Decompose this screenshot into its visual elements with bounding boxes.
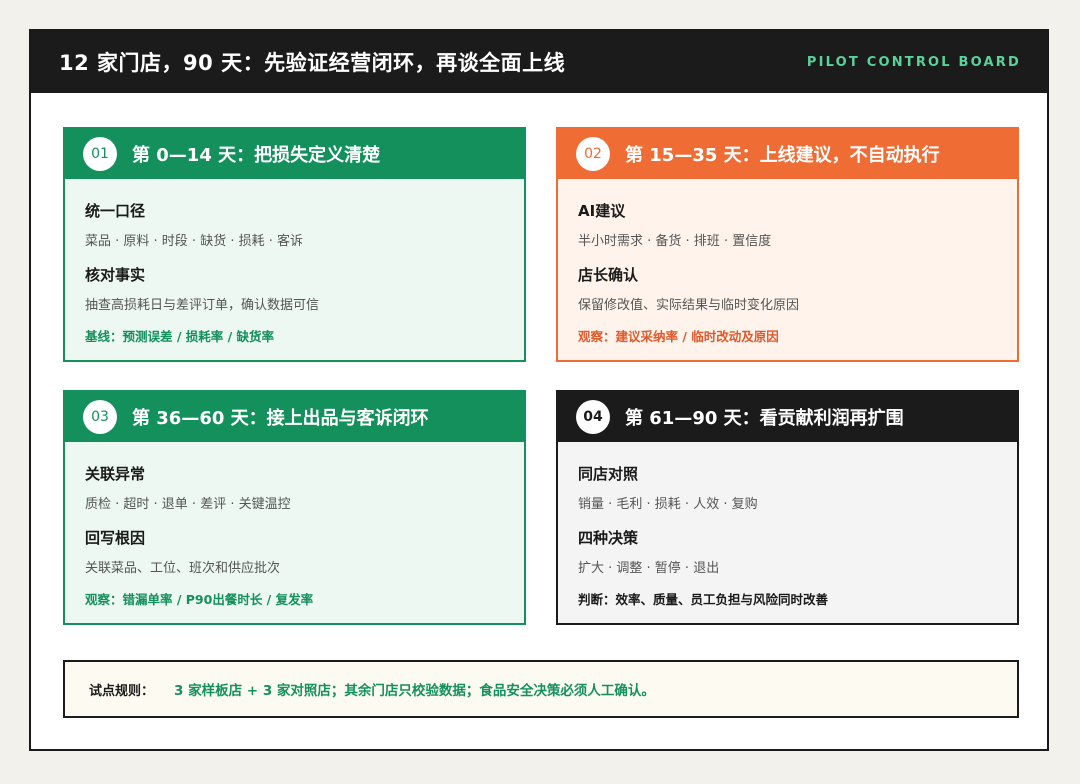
phase-card-02: 02 第 15—35 天：上线建议，不自动执行 AI建议 半小时需求 · 备货 … (556, 127, 1019, 362)
pilot-board: 12 家门店，90 天：先验证经营闭环，再谈全面上线 PILOT CONTROL… (29, 29, 1049, 751)
phase-title: 第 36—60 天：接上出品与客诉闭环 (132, 408, 429, 429)
page-title: 12 家门店，90 天：先验证经营闭环，再谈全面上线 (59, 51, 566, 75)
section-title: 四种决策 (578, 529, 639, 547)
phase-header: 04 第 61—90 天：看贡献利润再扩围 (558, 392, 1017, 442)
section-text: 质检 · 超时 · 退单 · 差评 · 关键温控 (85, 497, 291, 512)
phase-number-badge: 02 (576, 137, 610, 171)
phase-body: AI建议 半小时需求 · 备货 · 排班 · 置信度 店长确认 保留修改值、实际… (558, 179, 1017, 346)
section-text: 半小时需求 · 备货 · 排班 · 置信度 (578, 234, 772, 249)
phase-note: 观察：错漏单率 / P90出餐时长 / 复发率 (85, 592, 314, 607)
phase-body: 关联异常 质检 · 超时 · 退单 · 差评 · 关键温控 回写根因 关联菜品、… (65, 442, 524, 609)
section-title: 同店对照 (578, 465, 639, 483)
phase-title: 第 61—90 天：看贡献利润再扩围 (625, 408, 904, 429)
phase-card-04: 04 第 61—90 天：看贡献利润再扩围 同店对照 销量 · 毛利 · 损耗 … (556, 390, 1019, 625)
header-bar: 12 家门店，90 天：先验证经营闭环，再谈全面上线 PILOT CONTROL… (31, 31, 1047, 93)
phase-note: 观察：建议采纳率 / 临时改动及原因 (578, 329, 779, 344)
section-text: 销量 · 毛利 · 损耗 · 人效 · 复购 (578, 497, 758, 512)
phase-note: 基线：预测误差 / 损耗率 / 缺货率 (85, 329, 275, 344)
section-text: 关联菜品、工位、班次和供应批次 (85, 561, 281, 576)
section-title: 关联异常 (85, 465, 146, 483)
board-tag: PILOT CONTROL BOARD (806, 54, 1021, 70)
phase-card-03: 03 第 36—60 天：接上出品与客诉闭环 关联异常 质检 · 超时 · 退单… (63, 390, 526, 625)
phase-number-badge: 01 (83, 137, 117, 171)
phase-note: 判断：效率、质量、员工负担与风险同时改善 (578, 592, 829, 607)
phase-body: 统一口径 菜品 · 原料 · 时段 · 缺货 · 损耗 · 客诉 核对事实 抽查… (65, 179, 524, 346)
section-title: 回写根因 (85, 529, 146, 547)
phase-card-01: 01 第 0—14 天：把损失定义清楚 统一口径 菜品 · 原料 · 时段 · … (63, 127, 526, 362)
pilot-rule-box: 试点规则： 3 家样板店 + 3 家对照店；其余门店只校验数据；食品安全决策必须… (63, 660, 1019, 718)
rule-label: 试点规则： (89, 683, 155, 699)
section-text: 抽查高损耗日与差评订单，确认数据可信 (85, 298, 320, 313)
phase-title: 第 15—35 天：上线建议，不自动执行 (625, 145, 940, 166)
rule-text: 3 家样板店 + 3 家对照店；其余门店只校验数据；食品安全决策必须人工确认。 (174, 683, 655, 699)
phase-header: 03 第 36—60 天：接上出品与客诉闭环 (65, 392, 524, 442)
phase-number-badge: 04 (576, 400, 610, 434)
phase-header: 02 第 15—35 天：上线建议，不自动执行 (558, 129, 1017, 179)
phase-number-badge: 03 (83, 400, 117, 434)
section-title: 统一口径 (85, 202, 146, 220)
section-title: 店长确认 (578, 266, 639, 284)
section-text: 保留修改值、实际结果与临时变化原因 (578, 298, 800, 313)
phase-title: 第 0—14 天：把损失定义清楚 (132, 145, 381, 166)
section-title: AI建议 (578, 202, 626, 220)
section-title: 核对事实 (85, 266, 146, 284)
phase-body: 同店对照 销量 · 毛利 · 损耗 · 人效 · 复购 四种决策 扩大 · 调整… (558, 442, 1017, 609)
phase-header: 01 第 0—14 天：把损失定义清楚 (65, 129, 524, 179)
section-text: 菜品 · 原料 · 时段 · 缺货 · 损耗 · 客诉 (85, 234, 303, 249)
section-text: 扩大 · 调整 · 暂停 · 退出 (578, 561, 720, 576)
